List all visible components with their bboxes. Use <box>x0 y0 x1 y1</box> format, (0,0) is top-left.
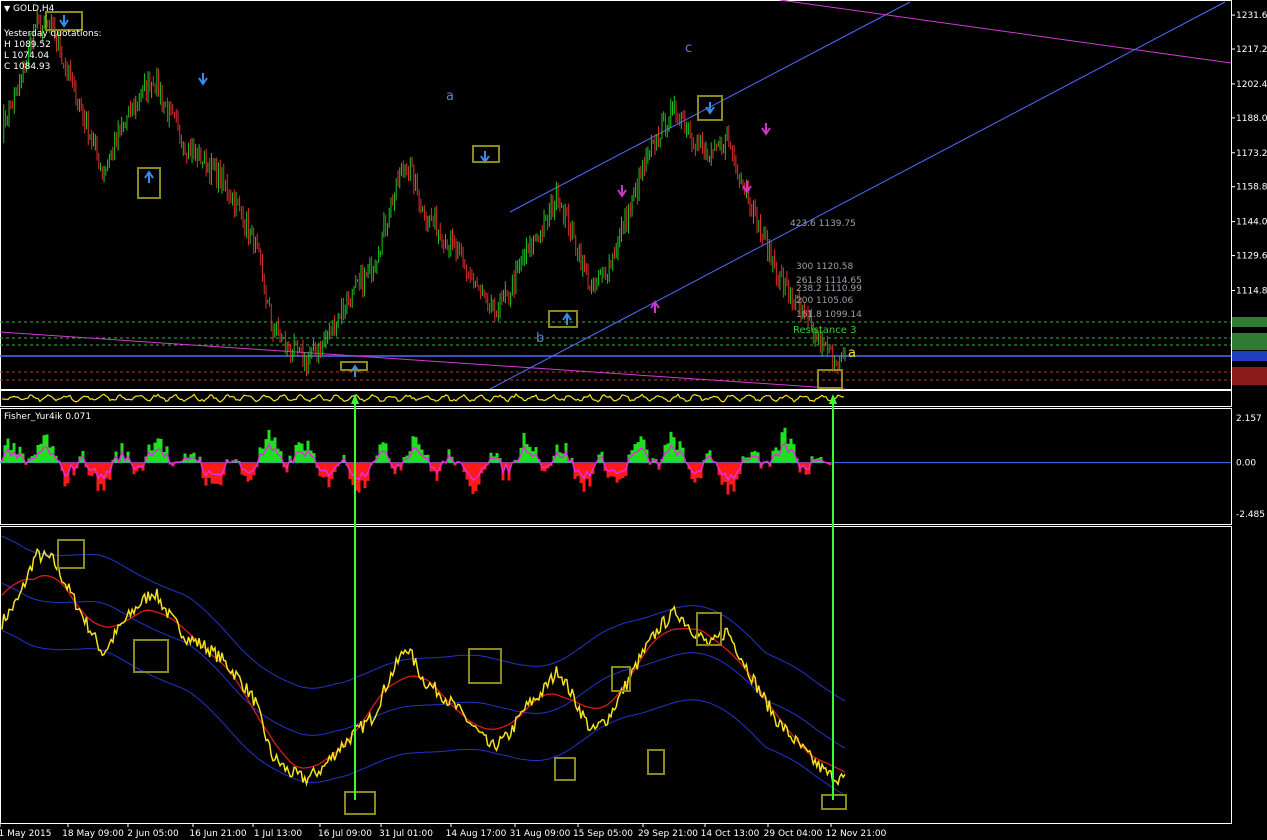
wave-label-a: a <box>446 89 454 104</box>
price-tag <box>1232 317 1267 327</box>
quotes-heading: Yesterday quotations: <box>4 29 102 39</box>
symbol-header[interactable]: ▼ GOLD,H4 <box>4 3 54 15</box>
oscillator-strip <box>1 393 845 403</box>
x-tick-label: 31 Aug 09:00 <box>510 829 571 839</box>
y-tick-label: 1188.00 <box>1236 114 1267 124</box>
down-arrow-icon <box>761 123 771 136</box>
y-tick-label: 1158.80 <box>1236 183 1267 193</box>
x-tick-label: 16 Jul 09:00 <box>318 829 372 839</box>
x-tick-label: 15 Sep 05:00 <box>573 829 633 839</box>
y-tick-label: 1217.20 <box>1236 45 1267 55</box>
wave-label-c: c <box>685 41 692 56</box>
panel-frame <box>0 0 1232 390</box>
marker-box <box>647 749 665 775</box>
marker-box <box>344 791 376 815</box>
down-arrow-icon-shape <box>59 15 69 28</box>
symbol-title: GOLD,H4 <box>13 4 55 14</box>
marker-box <box>696 612 722 646</box>
down-arrow-icon-shape <box>198 73 208 86</box>
price-panel[interactable] <box>0 0 1232 390</box>
up-arrow-icon-shape <box>144 170 154 183</box>
price-axis: 1231.60 1217.20 1202.40 1188.00 1173.20 1158.… <box>1231 11 1267 520</box>
panel-frame <box>0 526 1232 824</box>
channel-lower-line <box>489 1 1226 390</box>
fisher-level-label: -2.485 <box>1236 510 1265 520</box>
down-arrow-icon <box>480 151 490 164</box>
quote-high: H 1089.52 <box>4 40 51 50</box>
marker-box <box>133 639 169 673</box>
oscillator-line <box>1 393 845 403</box>
price-tag <box>1232 351 1267 361</box>
down-arrow-icon-shape <box>705 102 715 115</box>
marker-box <box>468 648 502 684</box>
dropdown-triangle-icon[interactable]: ▼ <box>4 4 10 13</box>
price-tag <box>1232 340 1267 350</box>
bollinger-middle <box>1 582 846 749</box>
down-arrow-icon <box>617 185 627 198</box>
resistance-label: Resistance 3 <box>793 325 856 336</box>
panel-frames <box>0 0 1232 824</box>
fib-level-label: 161.8 1099.14 <box>796 310 862 320</box>
magenta-trend-line <box>779 0 1232 64</box>
x-tick-label: 14 Oct 13:00 <box>701 829 760 839</box>
bollinger-panel[interactable] <box>1 535 847 815</box>
fib-level-label: 423.6 1139.75 <box>790 219 856 229</box>
fib-level-label: 300 1120.58 <box>796 262 854 272</box>
quote-low: L 1074.04 <box>4 51 50 61</box>
x-tick-label: 18 May 09:00 <box>62 829 124 839</box>
marker-box <box>57 539 85 569</box>
down-arrow-icon <box>198 73 208 86</box>
x-tick-label: 1 May 2015 <box>0 829 51 839</box>
price-line <box>1 547 846 787</box>
x-tick-label: 29 Sep 21:00 <box>638 829 698 839</box>
moving-average <box>1 575 846 773</box>
down-arrow-icon <box>705 102 715 115</box>
y-tick-label: 1173.20 <box>1236 149 1267 159</box>
marker-box <box>554 757 576 781</box>
fisher-indicator-label: Fisher_Yur4ik 0.071 <box>4 412 92 422</box>
fib-level-label: 238.2 1110.99 <box>796 284 862 294</box>
fisher-level-label: 2.157 <box>1236 414 1262 424</box>
down-arrow-icon-shape <box>761 123 771 136</box>
connector-arrow-icon <box>829 394 837 404</box>
panel-frame <box>0 390 1232 407</box>
y-tick-label: 1114.80 <box>1236 286 1267 296</box>
y-tick-label: 1129.60 <box>1236 252 1267 262</box>
x-tick-label: 1 Jul 13:00 <box>254 829 303 839</box>
y-tick-label: 1202.40 <box>1236 80 1267 90</box>
fisher-level-label: 0.00 <box>1236 459 1256 469</box>
trading-chart[interactable]: 1231.60 1217.20 1202.40 1188.00 1173.20 1158.… <box>0 0 1267 840</box>
x-tick-label: 31 Jul 01:00 <box>379 829 433 839</box>
time-axis: 1 May 2015 18 May 09:00 2 Jun 05:00 16 Jun … <box>0 823 887 839</box>
down-arrow-icon <box>59 15 69 28</box>
price-tag <box>1232 375 1267 385</box>
wave-label-a-end: a <box>848 346 856 361</box>
x-tick-label: 29 Oct 04:00 <box>764 829 823 839</box>
x-tick-label: 14 Aug 17:00 <box>446 829 507 839</box>
x-tick-label: 2 Jun 05:00 <box>127 829 179 839</box>
up-arrow-icon <box>144 170 154 183</box>
up-arrow-icon-shape <box>350 364 360 377</box>
up-arrow-icon-shape <box>562 312 572 325</box>
wave-label-b: b <box>536 331 544 346</box>
y-tick-label: 1144.00 <box>1236 218 1267 228</box>
bollinger-lower <box>1 630 846 796</box>
fisher-panel[interactable] <box>0 427 1231 495</box>
bollinger-upper <box>1 535 846 702</box>
down-arrow-icon-shape <box>480 151 490 164</box>
down-arrow-icon-shape <box>617 185 627 198</box>
x-tick-label: 12 Nov 21:00 <box>826 829 887 839</box>
quote-close: C 1084.93 <box>4 62 51 72</box>
up-arrow-icon <box>562 312 572 325</box>
fib-level-label: 200 1105.06 <box>796 296 854 306</box>
x-tick-label: 16 Jun 21:00 <box>189 829 246 839</box>
y-tick-label: 1231.60 <box>1236 11 1267 21</box>
up-arrow-icon <box>350 364 360 377</box>
